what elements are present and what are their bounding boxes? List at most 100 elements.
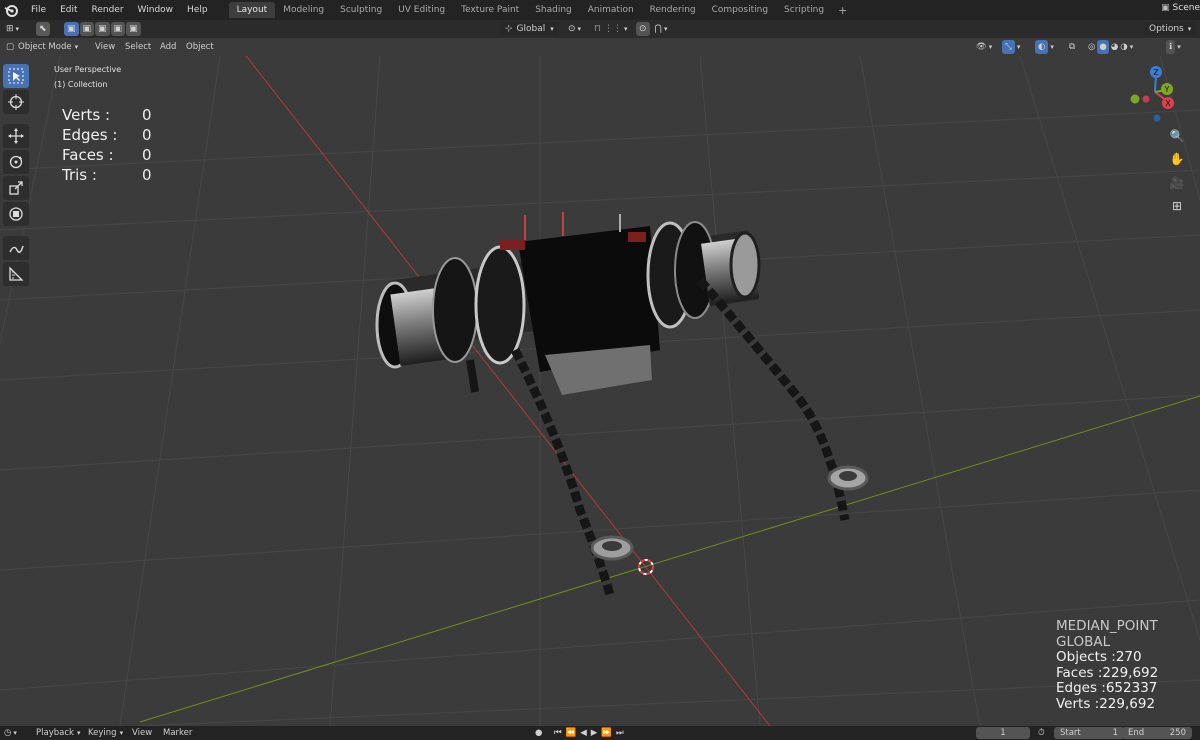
play-reverse-icon[interactable]: ◀: [580, 728, 587, 738]
tab-layout[interactable]: Layout: [228, 2, 276, 18]
start-label: Start: [1060, 728, 1081, 738]
play-icon[interactable]: ▶: [591, 728, 598, 738]
select-tool-button[interactable]: ⬉: [36, 22, 50, 36]
select-invert-icon[interactable]: ▣: [110, 22, 126, 36]
keying-menu[interactable]: Keying ▾: [88, 727, 123, 739]
editor-type-icon: ⊞: [6, 24, 14, 34]
select-new-icon[interactable]: ▣: [64, 22, 79, 36]
overlay-icon: ◐: [1035, 40, 1049, 54]
options-dropdown[interactable]: Options ▾: [1144, 22, 1197, 36]
scale-tool[interactable]: [3, 176, 29, 200]
gizmo-toggle[interactable]: ⤡ ▾: [1002, 40, 1020, 54]
tab-texture-paint[interactable]: Texture Paint: [453, 2, 527, 18]
proportional-edit-toggle[interactable]: ⊙ ⋂ ▾: [636, 22, 667, 36]
shading-mode-group[interactable]: ◎ ● ◕ ◑ ▾: [1088, 40, 1133, 54]
marker-menu[interactable]: Marker: [163, 727, 192, 739]
tab-shading[interactable]: Shading: [527, 2, 580, 18]
selection-mode-group[interactable]: ▣ ▣ ▣ ▣ ▣: [64, 22, 141, 36]
hand-icon: ✋: [1169, 152, 1185, 166]
transform-orientation-dropdown[interactable]: ⊹ Global ▾: [500, 22, 559, 36]
playback-menu[interactable]: Playback ▾: [36, 727, 80, 739]
blender-logo-icon[interactable]: [4, 3, 18, 17]
wireframe-shading-icon[interactable]: ◎: [1088, 42, 1095, 52]
timeline-view-menu[interactable]: View: [132, 727, 152, 739]
navigation-gizmo[interactable]: Z Y X: [1125, 62, 1191, 124]
start-frame-field[interactable]: Start 1: [1054, 727, 1124, 739]
select-subtract-icon[interactable]: ▣: [95, 22, 110, 36]
current-frame-field[interactable]: 1: [976, 727, 1030, 739]
falloff-curve-icon[interactable]: ⋂: [655, 24, 662, 34]
menu-render[interactable]: Render: [85, 5, 131, 15]
mode-dropdown[interactable]: ▢ Object Mode ▾: [6, 40, 78, 54]
visibility-dropdown[interactable]: 👁 ▾: [976, 40, 992, 54]
overlay-toggle[interactable]: ◐ ▾: [1035, 40, 1054, 54]
select-box-tool[interactable]: [3, 64, 29, 88]
tab-animation[interactable]: Animation: [580, 2, 642, 18]
verts-count: Verts :229,692: [1056, 695, 1156, 712]
edges-count: Edges :652337: [1056, 680, 1158, 696]
gizmo-x-icon[interactable]: X: [1162, 97, 1174, 109]
collection-label: (1) Collection: [54, 80, 108, 89]
workspace-tabs: Layout Modeling Sculpting UV Editing Tex…: [228, 0, 854, 20]
editor-type-button[interactable]: ⊞ ▾: [6, 22, 19, 36]
tab-sculpting[interactable]: Sculpting: [332, 2, 390, 18]
prev-keyframe-icon[interactable]: ⏪: [566, 728, 577, 738]
menu-object[interactable]: Object: [186, 40, 214, 54]
snapping-toggle[interactable]: ⊓ ⋮⋮ ▾: [594, 22, 628, 36]
menu-select[interactable]: Select: [125, 40, 151, 54]
material-shading-icon[interactable]: ◕: [1111, 42, 1118, 52]
gizmo-neg-z-icon[interactable]: [1153, 114, 1161, 122]
tab-modeling[interactable]: Modeling: [275, 2, 332, 18]
annotate-tool[interactable]: [3, 236, 29, 260]
clock-icon: ◷: [4, 728, 12, 738]
tab-rendering[interactable]: Rendering: [642, 2, 704, 18]
gizmo-neg-x-icon[interactable]: [1142, 95, 1150, 103]
xray-toggle[interactable]: ⧉: [1069, 40, 1075, 54]
select-intersect-icon[interactable]: ▣: [126, 22, 141, 36]
preview-range-toggle[interactable]: ⏱: [1038, 727, 1045, 739]
menu-window[interactable]: Window: [131, 5, 181, 15]
top-menu-bar: File Edit Render Window Help Layout Mode…: [0, 0, 1200, 20]
chevron-down-icon: ▾: [15, 25, 20, 33]
viewport-scene[interactable]: [0, 56, 1200, 726]
camera-view-button[interactable]: 🎥: [1167, 173, 1187, 193]
timeline-editor-type[interactable]: ◷ ▾: [4, 727, 17, 739]
measure-tool[interactable]: [3, 262, 29, 286]
pivot-icon: ⊙: [568, 24, 576, 34]
menu-view[interactable]: View: [95, 40, 115, 54]
end-label: End: [1128, 728, 1145, 738]
add-workspace-icon[interactable]: +: [832, 4, 853, 17]
end-frame-field[interactable]: End 250: [1122, 727, 1192, 739]
sidebar-toggle[interactable]: ℹ ▾: [1166, 40, 1181, 54]
select-extend-icon[interactable]: ▣: [79, 22, 95, 36]
rendered-shading-icon[interactable]: ◑: [1120, 42, 1127, 52]
menu-add[interactable]: Add: [160, 40, 176, 54]
menu-help[interactable]: Help: [180, 5, 215, 15]
options-label: Options: [1149, 24, 1184, 34]
start-value: 1: [1112, 728, 1118, 738]
tab-uv-editing[interactable]: UV Editing: [390, 2, 453, 18]
zoom-button[interactable]: 🔍: [1167, 126, 1187, 146]
ortho-toggle-button[interactable]: ⊞: [1167, 196, 1187, 216]
tab-scripting[interactable]: Scripting: [776, 2, 832, 18]
gizmo-neg-y-icon[interactable]: [1130, 94, 1140, 104]
jump-end-icon[interactable]: ⏭: [616, 728, 624, 738]
jump-start-icon[interactable]: ⏮: [554, 728, 562, 738]
move-tool[interactable]: [3, 124, 29, 148]
menu-file[interactable]: File: [24, 5, 53, 15]
gizmo-y-icon[interactable]: Y: [1161, 83, 1173, 95]
object-mode-icon: ▢: [6, 42, 15, 52]
solid-shading-icon[interactable]: ●: [1097, 40, 1109, 54]
transform-tool[interactable]: [3, 202, 29, 226]
gizmo-z-icon[interactable]: Z: [1150, 66, 1162, 78]
menu-edit[interactable]: Edit: [53, 5, 84, 15]
pivot-point-dropdown[interactable]: ⊙ ▾: [568, 22, 581, 36]
rotate-tool[interactable]: [3, 150, 29, 174]
scene-selector[interactable]: ▣ Scene: [1161, 3, 1200, 13]
record-button[interactable]: ●: [535, 727, 542, 739]
tab-compositing[interactable]: Compositing: [704, 2, 776, 18]
cursor-tool[interactable]: [3, 90, 29, 114]
pan-button[interactable]: ✋: [1167, 149, 1187, 169]
next-keyframe-icon[interactable]: ⏩: [601, 728, 612, 738]
viewport-header: ▢ Object Mode ▾ View Select Add Object 👁…: [0, 38, 1200, 56]
